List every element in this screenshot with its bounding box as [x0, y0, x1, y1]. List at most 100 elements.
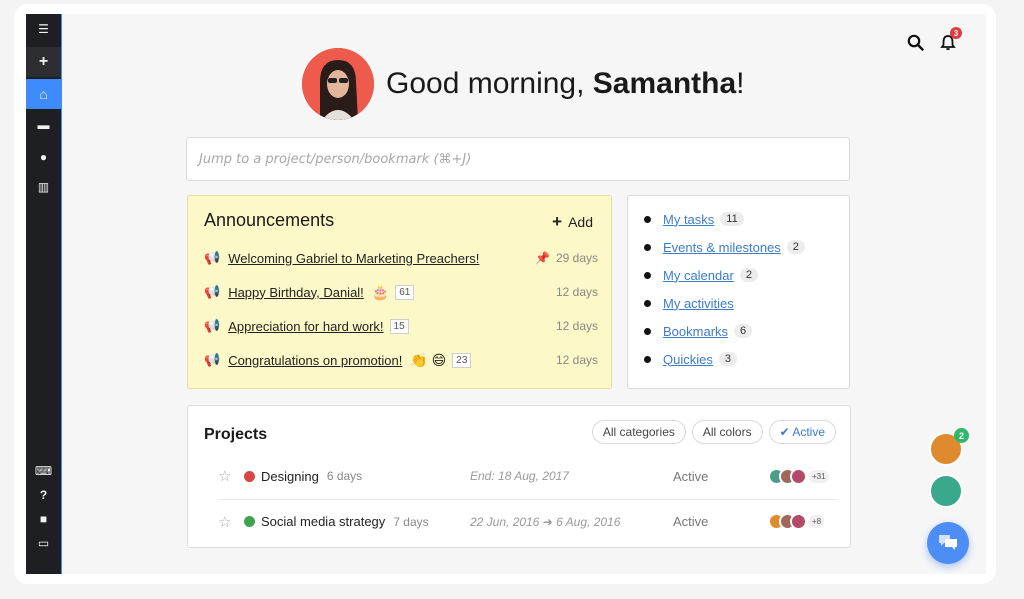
project-members[interactable]: +31: [768, 467, 829, 485]
monitor-icon[interactable]: ▭: [26, 528, 61, 558]
more-members-count: +8: [809, 515, 825, 528]
unread-badge: 2: [954, 428, 969, 443]
top-icons: 3: [907, 27, 962, 56]
notification-badge: 3: [950, 27, 962, 39]
announcement-text[interactable]: Welcoming Gabriel to Marketing Preachers…: [228, 251, 479, 266]
reaction-count: 23: [452, 352, 472, 368]
project-name[interactable]: Designing: [261, 469, 319, 484]
announcement-item[interactable]: 📢 Appreciation for hard work! 15 12 days: [204, 316, 598, 336]
megaphone-icon: 📢: [204, 250, 221, 265]
star-icon[interactable]: ☆: [218, 467, 238, 485]
notifications-bell[interactable]: 3: [940, 27, 962, 56]
link-label[interactable]: Quickies: [663, 352, 713, 367]
home-icon[interactable]: ⌂: [26, 79, 61, 109]
announcement-text[interactable]: Congratulations on promotion!: [228, 353, 402, 368]
link-label[interactable]: My activities: [663, 296, 734, 311]
link-label[interactable]: Bookmarks: [663, 324, 728, 339]
sidebar: ☰ + ⌂ ▬ ● ▥ ⌨ ? ■ ▭: [26, 14, 62, 574]
announcement-text[interactable]: Happy Birthday, Danial!: [228, 285, 364, 300]
star-icon[interactable]: ☆: [218, 513, 238, 531]
link-count: 6: [734, 324, 753, 338]
search-icon[interactable]: [907, 34, 924, 56]
project-filters: All categories All colors ✔ Active: [591, 420, 836, 444]
project-days: 7 days: [393, 514, 429, 529]
project-status: Active: [673, 468, 709, 484]
user-avatar[interactable]: [302, 48, 374, 120]
filter-active-label: Active: [792, 425, 825, 439]
jump-search-placeholder: Jump to a project/person/bookmark (⌘+J): [199, 151, 472, 167]
projects-card: Projects All categories All colors ✔ Act…: [187, 405, 851, 548]
announcement-age: 12 days: [555, 353, 598, 367]
chart-icon[interactable]: ▥: [26, 172, 61, 202]
plus-icon[interactable]: +: [26, 47, 61, 77]
projects-title: Projects: [204, 426, 268, 443]
globe-icon[interactable]: ●: [26, 142, 61, 172]
quick-link-calendar[interactable]: My calendar 2: [644, 266, 758, 284]
project-row[interactable]: ☆ Social media strategy 7 days 22 Jun, 2…: [218, 499, 838, 543]
announcements-title: Announcements: [204, 210, 335, 230]
menu-icon[interactable]: ☰: [26, 14, 61, 44]
link-count: 2: [786, 240, 805, 254]
project-color-dot: [244, 516, 255, 527]
link-count: 3: [718, 352, 737, 366]
announcements-card: Announcements + Add 📢 Welcoming Gabriel …: [187, 195, 612, 389]
announcement-age: 12 days: [555, 285, 598, 299]
project-members[interactable]: +8: [768, 513, 825, 530]
add-announcement-button[interactable]: + Add: [552, 212, 593, 232]
folder-icon[interactable]: ▬: [26, 110, 61, 140]
project-row[interactable]: ☆ Designing 6 days End: 18 Aug, 2017 Act…: [218, 454, 838, 498]
link-label[interactable]: Events & milestones: [663, 240, 781, 255]
reaction-count: 15: [389, 318, 409, 334]
quick-link-events[interactable]: Events & milestones 2: [644, 238, 805, 256]
megaphone-icon: 📢: [204, 318, 221, 333]
online-user-avatar[interactable]: 2: [929, 428, 969, 466]
megaphone-icon: 📢: [204, 284, 221, 299]
announcement-age: 📌 29 days: [535, 251, 598, 265]
quick-link-bookmarks[interactable]: Bookmarks 6: [644, 322, 753, 340]
project-status: Active: [673, 514, 709, 529]
quick-links-card: My tasks 11 Events & milestones 2 My calen…: [627, 195, 850, 389]
bullet-icon: [644, 355, 651, 363]
quick-link-quickies[interactable]: Quickies 3: [644, 350, 737, 368]
online-users: 2: [929, 428, 969, 516]
bullet-icon: [644, 327, 651, 335]
cake-icon: 🎂: [371, 283, 390, 300]
greeting-text: Good morning, Samantha!: [386, 67, 745, 100]
bullet-icon: [644, 243, 651, 251]
project-color-dot: [244, 470, 255, 482]
link-label[interactable]: My tasks: [663, 212, 714, 227]
project-date: 22 Jun, 2016 ➜ 6 Aug, 2016: [470, 514, 621, 529]
quick-link-activities[interactable]: My activities: [644, 294, 734, 312]
check-icon: ✔: [779, 425, 790, 439]
filter-all-colors[interactable]: All colors: [691, 420, 763, 444]
chat-bubbles-icon: [939, 535, 957, 550]
more-members-count: +31: [809, 469, 829, 483]
link-label[interactable]: My calendar: [663, 268, 734, 283]
online-user-avatar[interactable]: [929, 474, 963, 508]
announcement-item[interactable]: 📢 Welcoming Gabriel to Marketing Preache…: [204, 248, 598, 268]
project-days: 6 days: [326, 469, 363, 483]
clap-smile-icons: 👏 😄: [410, 351, 447, 368]
pin-icon: 📌: [535, 251, 550, 265]
jump-search-input[interactable]: Jump to a project/person/bookmark (⌘+J): [186, 137, 850, 181]
reaction-count: 61: [395, 284, 415, 300]
filter-active[interactable]: ✔ Active: [768, 420, 836, 444]
avatar: [790, 467, 807, 485]
megaphone-icon: 📢: [204, 352, 221, 367]
project-date: End: 18 Aug, 2017: [470, 469, 569, 483]
bullet-icon: [644, 215, 651, 223]
greeting: Good morning, Samantha!: [302, 48, 745, 120]
announcement-age: 12 days: [555, 319, 598, 333]
project-name[interactable]: Social media strategy: [261, 514, 385, 529]
announcement-item[interactable]: 📢 Happy Birthday, Danial! 🎂 61 12 days: [204, 282, 598, 302]
chat-button[interactable]: [927, 522, 969, 564]
avatar: [790, 513, 807, 530]
plus-icon: +: [552, 212, 563, 231]
quick-link-my-tasks[interactable]: My tasks 11: [644, 210, 744, 228]
filter-all-categories[interactable]: All categories: [591, 420, 686, 444]
announcement-text[interactable]: Appreciation for hard work!: [228, 319, 383, 334]
bullet-icon: [644, 271, 651, 279]
link-count: 11: [720, 212, 744, 226]
announcement-item[interactable]: 📢 Congratulations on promotion! 👏 😄 23 1…: [204, 350, 598, 370]
link-count: 2: [739, 268, 758, 282]
